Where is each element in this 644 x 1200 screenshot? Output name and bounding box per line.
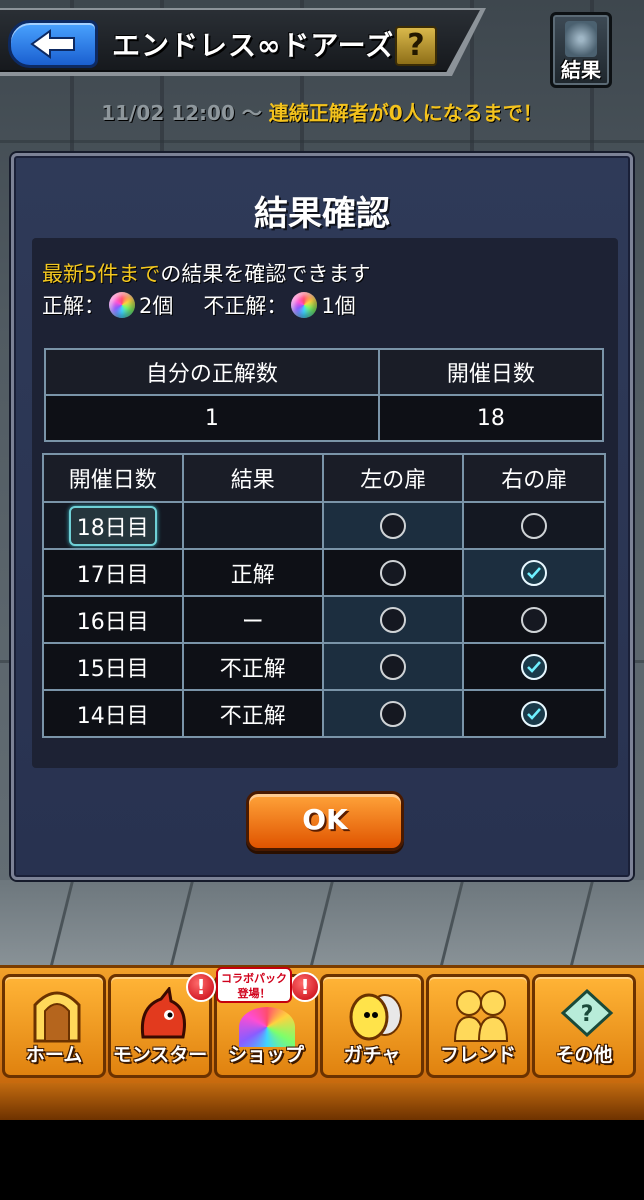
modal-content: 最新5件までの結果を確認できます 正解： 2個 不正解： 1個 自分の正解数 開… (32, 238, 618, 768)
right-door-cell (462, 642, 606, 691)
day-cell: 15日目 (42, 642, 184, 691)
summary-header: 自分の正解数 (44, 348, 380, 396)
right-door-cell[interactable] (462, 501, 606, 550)
unchecked-circle-icon (380, 512, 407, 539)
shop-alert-badge: ! (290, 972, 320, 1002)
nav-friend-label: フレンド (439, 1044, 516, 1066)
orb-icon (109, 292, 135, 318)
arrow-left-icon (30, 29, 75, 59)
unchecked-circle-icon (521, 512, 548, 539)
result-cell: 不正解 (181, 642, 325, 691)
result-button[interactable]: 結果 (550, 12, 612, 88)
nav-gacha-label: ガチャ (343, 1044, 401, 1066)
right-door-cell (462, 595, 606, 644)
table-row: 16日目 ー (42, 595, 606, 644)
summary-value: 1 (44, 394, 380, 442)
checked-circle-icon (521, 653, 548, 680)
day-cell: 14日目 (42, 689, 184, 738)
result-emblem-icon (565, 21, 597, 57)
table-row: 17日目 正解 (42, 548, 606, 597)
monster-icon (140, 987, 186, 1039)
result-modal: 結果確認 最新5件までの結果を確認できます 正解： 2個 不正解： 1個 自分の… (11, 153, 633, 880)
history-header: 右の扉 (462, 453, 606, 503)
left-door-cell[interactable] (322, 501, 465, 550)
incorrect-label: 不正解： (203, 294, 288, 318)
egg-icon (349, 993, 402, 1041)
reward-summary: 正解： 2個 不正解： 1個 (42, 290, 356, 320)
nav-home-label: ホーム (25, 1044, 83, 1066)
unchecked-circle-icon (380, 606, 407, 633)
event-datetime: 11/02 12:00 〜 (101, 101, 262, 125)
result-button-label: 結果 (561, 58, 601, 82)
summary-value: 18 (377, 394, 605, 442)
svg-text:?: ? (581, 1002, 594, 1027)
event-period: 11/02 12:00 〜 連続正解者が0人になるまで！ (0, 97, 644, 126)
result-cell: 正解 (181, 548, 325, 597)
note-text: の結果を確認できます (160, 262, 371, 286)
door-icon (33, 991, 81, 1043)
left-door-cell (322, 595, 465, 644)
result-cell: ー (181, 595, 325, 644)
day-cell: 17日目 (42, 548, 184, 597)
result-cell (181, 501, 325, 550)
left-door-cell (322, 548, 465, 597)
table-row: 14日目 不正解 (42, 689, 606, 738)
nav-monster-label: モンスター (112, 1044, 208, 1066)
summary-header: 開催日数 (377, 348, 605, 396)
nav-home[interactable]: ホーム (2, 974, 106, 1078)
friends-icon (453, 990, 509, 1042)
current-day-chip: 18日目 (68, 505, 157, 546)
page-title: エンドレス∞ドアーズ (112, 29, 395, 62)
ok-button[interactable]: OK (246, 791, 404, 851)
nav-shop-label: ショップ (227, 1044, 304, 1066)
left-door-cell (322, 689, 465, 738)
unchecked-circle-icon (380, 653, 407, 680)
result-note: 最新5件までの結果を確認できます (42, 258, 370, 288)
note-highlight: 最新5件まで (42, 262, 161, 286)
day-cell: 18日目 (42, 501, 184, 550)
table-row: 18日目 (42, 501, 606, 550)
checked-circle-icon (521, 700, 548, 727)
right-door-cell (462, 548, 606, 597)
nav-other[interactable]: ? その他 (532, 974, 636, 1078)
incorrect-count: 1個 (321, 294, 356, 318)
nav-friend[interactable]: フレンド (426, 974, 530, 1078)
unchecked-circle-icon (521, 606, 548, 633)
bottom-nav: ホーム モンスター ショップ ガチャ フレンド ? その他 (0, 965, 644, 1083)
unchecked-circle-icon (380, 559, 407, 586)
checked-circle-icon (521, 559, 548, 586)
monster-alert-badge: ! (186, 972, 216, 1002)
nav-other-label: その他 (555, 1044, 613, 1066)
unchecked-circle-icon (380, 700, 407, 727)
history-table: 開催日数 結果 左の扉 右の扉 18日目 17日目 正解 16日目 ー 15日目… (42, 453, 606, 738)
other-icon: ? (560, 988, 614, 1038)
history-header: 結果 (181, 453, 325, 503)
modal-title: 結果確認 (254, 194, 390, 234)
right-door-cell (462, 689, 606, 738)
collab-pack-banner: コラボパック 登場！ (216, 967, 292, 1003)
history-header: 開催日数 (42, 453, 184, 503)
help-button[interactable]: ? (395, 26, 437, 66)
event-condition: 連続正解者が0人になるまで！ (268, 101, 543, 125)
table-row: 15日目 不正解 (42, 642, 606, 691)
result-cell: 不正解 (181, 689, 325, 738)
history-header: 左の扉 (322, 453, 465, 503)
nav-gacha[interactable]: ガチャ (320, 974, 424, 1078)
correct-label: 正解： (42, 294, 105, 318)
back-button[interactable] (8, 20, 98, 68)
left-door-cell (322, 642, 465, 691)
summary-table: 自分の正解数 開催日数 1 18 (44, 348, 605, 442)
day-cell: 16日目 (42, 595, 184, 644)
correct-count: 2個 (139, 294, 174, 318)
nav-base (0, 1083, 644, 1120)
orb-icon (291, 292, 318, 318)
